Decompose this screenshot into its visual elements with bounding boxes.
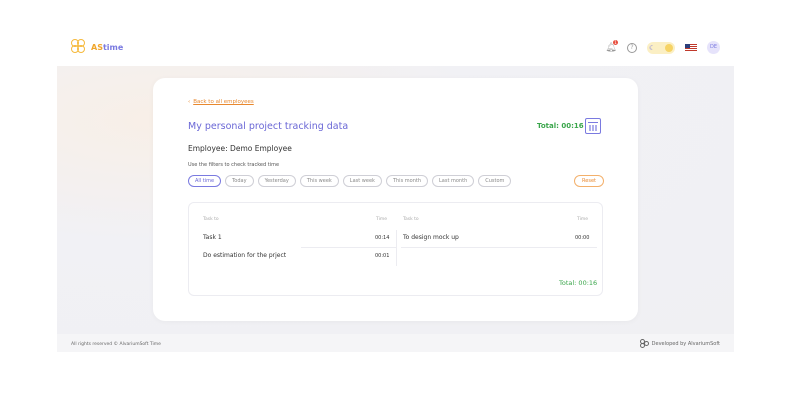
logo-text: AStime — [91, 43, 123, 52]
help-icon[interactable]: ? — [627, 42, 637, 53]
avatar[interactable]: DE — [707, 41, 720, 54]
reset-button[interactable]: Reset — [574, 175, 604, 187]
row-divider — [301, 247, 396, 248]
alvariumsoft-logo-icon — [639, 339, 649, 348]
developed-by-label: Developed by AlvariumSoft — [651, 340, 720, 347]
logo-suffix: time — [102, 42, 124, 52]
copyright: All rights reserved © AlvariumSoft Time — [71, 342, 161, 347]
employee-label: Employee: Demo Employee — [188, 144, 292, 153]
filter-this-week[interactable]: This week — [299, 175, 339, 187]
task-name: Do estimation for the prject — [203, 252, 287, 259]
top-icons: 🔔︎ 1 ? ☾ DE — [605, 39, 720, 54]
task-time: 00:00 — [575, 235, 590, 241]
filter-today[interactable]: Today — [225, 175, 254, 187]
filter-this-month[interactable]: This month — [385, 175, 428, 187]
tracking-card: ‹ Back to all employees My personal proj… — [153, 78, 638, 321]
toggle-knob — [665, 43, 673, 52]
back-link-label: Back to all employees — [193, 99, 254, 105]
filter-chips: All time Today Yesterday This week Last … — [188, 175, 512, 187]
left-header-task: Task to — [203, 217, 219, 222]
footer: All rights reserved © AlvariumSoft Time … — [57, 334, 734, 352]
right-header-task: Task to — [403, 217, 419, 222]
filter-hint: Use the filters to check tracked time — [188, 162, 280, 168]
chevron-left-icon: ‹ — [188, 99, 191, 105]
logo-prefix: AS — [91, 42, 103, 52]
task-time: 00:14 — [375, 235, 390, 241]
filter-last-month[interactable]: Last month — [432, 175, 475, 187]
right-header-time: Time — [577, 217, 589, 222]
filter-custom[interactable]: Custom — [478, 175, 512, 187]
tasks-table: Task to Time Task to Time Task 1 00:14 D… — [188, 202, 603, 296]
top-bar: AStime 🔔︎ 1 ? ☾ DE — [57, 30, 734, 66]
theme-toggle[interactable]: ☾ — [647, 41, 675, 54]
developed-by[interactable]: Developed by AlvariumSoft — [639, 339, 720, 348]
calendar-icon[interactable] — [585, 118, 601, 134]
us-flag-icon[interactable] — [685, 43, 697, 52]
logo[interactable]: AStime — [71, 39, 123, 55]
bell-icon[interactable]: 🔔︎ 1 — [605, 39, 618, 54]
task-name: To design mock up — [403, 234, 459, 241]
page-title: My personal project tracking data — [188, 121, 349, 132]
task-name: Task 1 — [203, 234, 222, 241]
filter-yesterday[interactable]: Yesterday — [257, 175, 296, 187]
total-time-top: Total: 00:16 — [537, 122, 584, 130]
logo-icon — [71, 39, 87, 55]
notification-badge: 1 — [613, 39, 618, 45]
total-time-bottom: Total: 00:16 — [559, 279, 598, 287]
moon-icon: ☾ — [649, 43, 656, 52]
row-divider — [401, 247, 597, 248]
left-header-time: Time — [376, 217, 388, 222]
filter-last-week[interactable]: Last week — [342, 175, 382, 187]
back-link[interactable]: ‹ Back to all employees — [188, 99, 254, 105]
task-time: 00:01 — [375, 253, 390, 259]
column-divider — [396, 230, 397, 266]
filter-all-time[interactable]: All time — [188, 175, 222, 187]
